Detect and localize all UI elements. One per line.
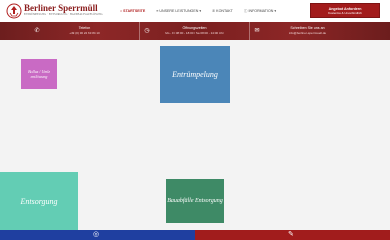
info-title: Öffnungszeiten — [182, 26, 207, 30]
phone-icon: ✆ — [212, 9, 216, 13]
circle-icon: ◎ — [93, 231, 100, 238]
brand-name: Berliner Sperrmüll — [24, 3, 98, 13]
tile-label: Entsorgung — [20, 196, 58, 206]
info-phone[interactable]: ✆ Telefon +49 (0) 30 22 63 84 10 — [30, 22, 140, 40]
brand[interactable]: Berliner Sperrmüll ENTRÜMPELUNG · ENTSOR… — [24, 3, 103, 17]
info-email[interactable]: ✉ Schreiben Sie uns an info@berliner-spe… — [250, 22, 365, 40]
nav-label: KONTAKT — [216, 9, 233, 13]
info-hours: ◷ Öffnungszeiten Mo - Fr 08:00 - 18:00 /… — [140, 22, 250, 40]
list-icon: ≡ — [156, 9, 159, 13]
brand-tagline: ENTRÜMPELUNG · ENTSORGUNG · HAUSHALTSAUF… — [24, 13, 103, 16]
cta-subtitle: Kostenlos & Unverbindlich — [328, 11, 362, 15]
tile-entsorgung[interactable]: Entsorgung — [0, 172, 78, 230]
nav-label: STARTSEITE — [123, 9, 146, 13]
chevron-down-icon: ▾ — [274, 9, 277, 13]
bottom-left-panel[interactable]: ◎ — [0, 230, 195, 240]
hero-tiles: Bollus / Umlz entlöwung Entrümpelung Ent… — [0, 40, 390, 230]
site-header: Berliner Sperrmüll ENTRÜMPELUNG · ENTSOR… — [0, 0, 390, 22]
nav-label: UNSERE LEISTUNGEN — [159, 9, 199, 13]
tile-entruempelung[interactable]: Entrümpelung — [160, 46, 230, 103]
tile-label: Entrümpelung — [172, 70, 218, 79]
bottom-right-panel[interactable]: ✎ — [195, 230, 390, 240]
info-title: Schreiben Sie uns an — [290, 26, 325, 30]
nav-item-information[interactable]: ⓘ INFORMATION ▾ — [244, 8, 276, 14]
pen-icon: ✎ — [288, 231, 294, 238]
info-title: Telefon — [78, 26, 91, 30]
nav-label: INFORMATION — [248, 9, 274, 13]
bottom-bar: ◎ ✎ — [0, 230, 390, 240]
tile-sperrmuell[interactable]: Bollus / Umlz entlöwung — [21, 59, 57, 89]
nav-item-leistungen[interactable]: ≡ UNSERE LEISTUNGEN ▾ — [156, 8, 201, 14]
tile-label: Bauabfälle Entsorgung — [167, 198, 223, 204]
contact-infobar: ✆ Telefon +49 (0) 30 22 63 84 10 ◷ Öffnu… — [0, 22, 390, 40]
main-nav: ⌂ STARTSEITE ≡ UNSERE LEISTUNGEN ▾ ✆ KON… — [120, 8, 276, 14]
tile-bauabfaelle[interactable]: Bauabfälle Entsorgung — [166, 179, 224, 223]
info-value: Mo - Fr 08:00 - 18:00 / Sa 08:00 - 14:00… — [165, 31, 224, 35]
request-offer-button[interactable]: Angebot Anfordern Kostenlos & Unverbindl… — [310, 3, 380, 18]
tile-label: Bollus / Umlz entlöwung — [28, 69, 50, 79]
nav-item-startseite[interactable]: ⌂ STARTSEITE — [120, 8, 145, 14]
nav-item-kontakt[interactable]: ✆ KONTAKT — [212, 8, 233, 14]
logo-icon[interactable] — [6, 3, 22, 19]
info-icon: ⓘ — [243, 8, 248, 13]
info-value: +49 (0) 30 22 63 84 10 — [69, 31, 100, 35]
home-icon: ⌂ — [120, 9, 123, 13]
info-value: info@berliner-sperrmuell.de — [288, 31, 327, 35]
chevron-down-icon: ▾ — [199, 9, 202, 13]
